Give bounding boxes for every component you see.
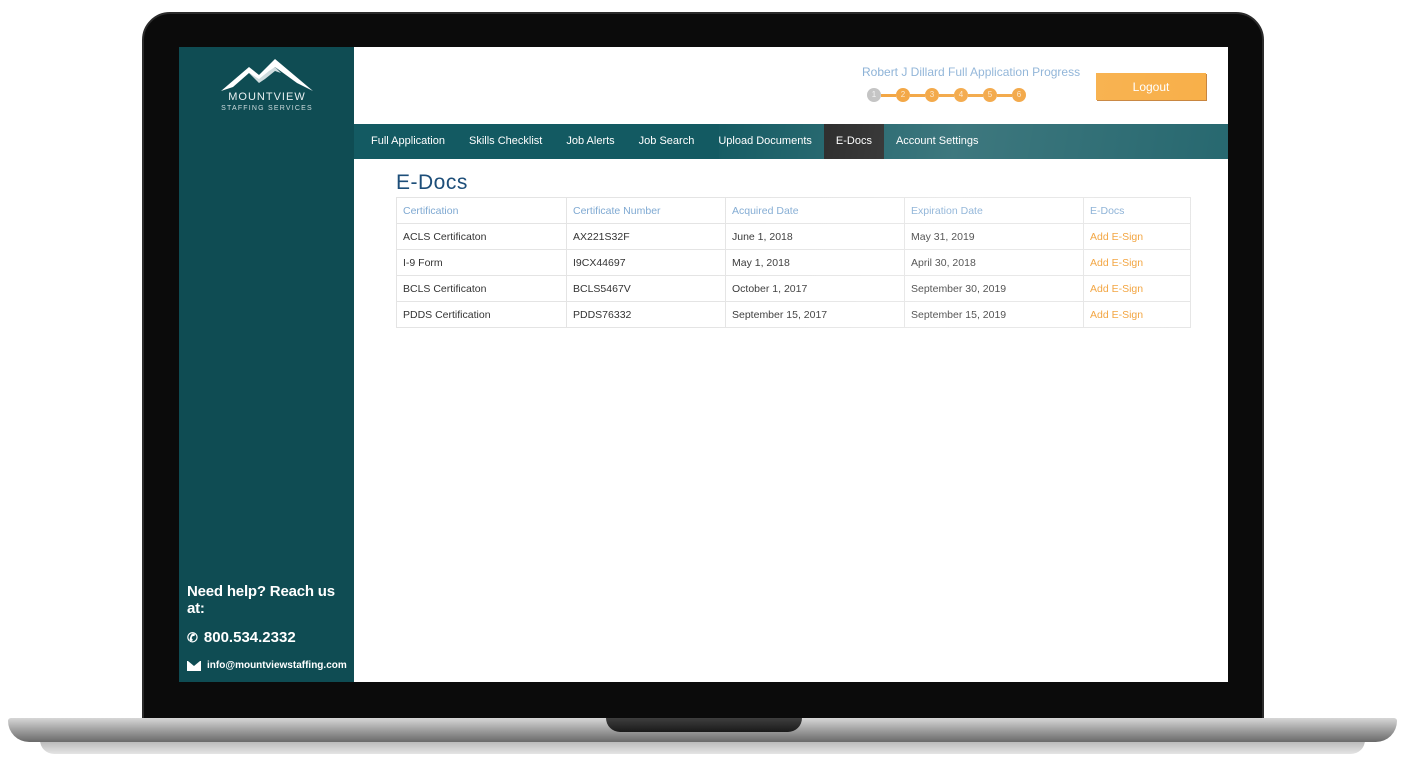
progress-title: Robert J Dillard Full Application Progre…: [862, 65, 1081, 79]
progress-step[interactable]: 5: [983, 88, 997, 102]
progress-connector: [939, 93, 954, 97]
table-cell: June 1, 2018: [725, 223, 905, 250]
progress-connector: [910, 93, 925, 97]
envelope-icon: [187, 660, 201, 671]
add-esign-link[interactable]: Add E-Sign: [1083, 223, 1191, 250]
table-cell: April 30, 2018: [904, 249, 1084, 276]
table-cell: May 31, 2019: [904, 223, 1084, 250]
table-cell: PDDS76332: [566, 301, 726, 328]
progress-connector: [997, 93, 1012, 97]
help-phone[interactable]: ✆ 800.534.2332: [187, 629, 354, 646]
add-esign-link[interactable]: Add E-Sign: [1083, 275, 1191, 302]
email-address: info@mountviewstaffing.com: [207, 660, 347, 671]
help-email[interactable]: info@mountviewstaffing.com: [187, 660, 354, 671]
table-cell: BCLS Certificaton: [396, 275, 567, 302]
column-header: Certificate Number: [566, 197, 726, 224]
header: Robert J Dillard Full Application Progre…: [354, 47, 1228, 124]
progress-step[interactable]: 3: [925, 88, 939, 102]
table-cell: May 1, 2018: [725, 249, 905, 276]
table-row: I-9 Form I9CX44697 May 1, 2018 April 30, 20…: [396, 249, 1191, 276]
laptop-base-shadow: [40, 740, 1365, 754]
screen: MOUNTVIEW STAFFING SERVICES Need help? R…: [179, 47, 1228, 682]
table-cell: September 30, 2019: [904, 275, 1084, 302]
brand-name: MOUNTVIEW: [228, 91, 306, 103]
mountain-logo-icon: [221, 59, 313, 91]
brand-tagline: STAFFING SERVICES: [221, 105, 313, 112]
nav-item-job-alerts[interactable]: Job Alerts: [554, 124, 626, 159]
progress-connector: [881, 93, 896, 97]
table-cell: PDDS Certification: [396, 301, 567, 328]
progress-step[interactable]: 6: [1012, 88, 1026, 102]
column-header: E-Docs: [1083, 197, 1191, 224]
table-row: BCLS Certificaton BCLS5467V October 1, 201…: [396, 275, 1191, 302]
column-header: Certification: [396, 197, 567, 224]
sidebar: MOUNTVIEW STAFFING SERVICES Need help? R…: [179, 47, 354, 682]
help-section: Need help? Reach us at: ✆ 800.534.2332 i…: [187, 583, 354, 671]
table-cell: September 15, 2017: [725, 301, 905, 328]
table-cell: I-9 Form: [396, 249, 567, 276]
table-cell: I9CX44697: [566, 249, 726, 276]
phone-number: 800.534.2332: [203, 629, 296, 646]
nav-item-account-settings[interactable]: Account Settings: [884, 124, 991, 159]
main-content: E-Docs Certification Certificate Number …: [396, 171, 1191, 328]
edocs-table: Certification Certificate Number Acquire…: [396, 197, 1191, 328]
table-cell: September 15, 2019: [904, 301, 1084, 328]
progress-connector: [968, 93, 983, 97]
progress-steps: 1 2 3 4 5 6: [867, 88, 1026, 102]
progress-step[interactable]: 4: [954, 88, 968, 102]
nav-item-skills-checklist[interactable]: Skills Checklist: [457, 124, 554, 159]
table-row: ACLS Certificaton AX221S32F June 1, 2018 Ma…: [396, 223, 1191, 250]
add-esign-link[interactable]: Add E-Sign: [1083, 249, 1191, 276]
nav-item-upload-documents[interactable]: Upload Documents: [706, 124, 824, 159]
table-cell: AX221S32F: [566, 223, 726, 250]
add-esign-link[interactable]: Add E-Sign: [1083, 301, 1191, 328]
table-cell: BCLS5467V: [566, 275, 726, 302]
laptop-notch: [606, 718, 802, 732]
nav-item-full-application[interactable]: Full Application: [354, 124, 457, 159]
table-header-row: Certification Certificate Number Acquire…: [396, 197, 1191, 224]
phone-icon: ✆: [187, 629, 198, 645]
main-nav: Full Application Skills Checklist Job Aler…: [354, 124, 1228, 159]
table-row: PDDS Certification PDDS76332 September 15,…: [396, 301, 1191, 328]
nav-item-e-docs[interactable]: E-Docs: [823, 124, 884, 159]
progress-step[interactable]: 2: [896, 88, 910, 102]
column-header: Expiration Date: [904, 197, 1084, 224]
logo[interactable]: MOUNTVIEW STAFFING SERVICES: [207, 57, 327, 117]
table-cell: ACLS Certificaton: [396, 223, 567, 250]
help-title: Need help? Reach us at:: [187, 583, 335, 617]
page-title: E-Docs: [396, 171, 468, 194]
table-cell: October 1, 2017: [725, 275, 905, 302]
column-header: Acquired Date: [725, 197, 905, 224]
progress-step[interactable]: 1: [867, 88, 881, 102]
nav-item-job-search[interactable]: Job Search: [627, 124, 707, 159]
logout-button[interactable]: Logout: [1096, 73, 1206, 100]
